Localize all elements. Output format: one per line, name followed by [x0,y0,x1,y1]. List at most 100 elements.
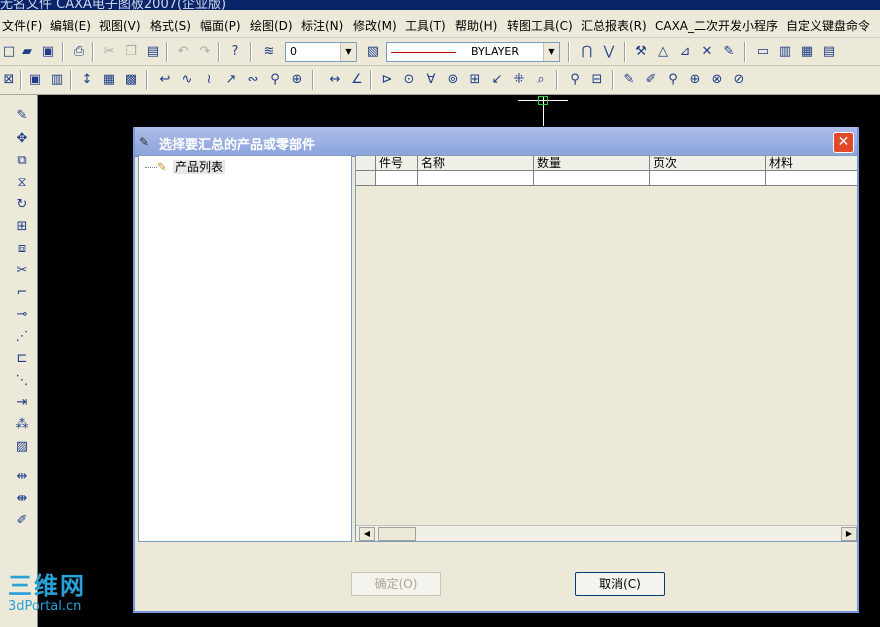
close-button[interactable]: ✕ [833,132,854,153]
view-icon[interactable]: ⌕ [532,71,550,89]
menu-summary-report[interactable]: 汇总报表(R) [581,17,647,34]
datum-icon[interactable]: ⊳ [378,71,396,89]
angle-dim-icon[interactable]: ∠ [348,71,366,89]
frame-icon[interactable]: ▣ [26,71,44,89]
zigzag-icon[interactable]: ≀ [200,71,218,89]
balloon-icon[interactable]: ⚲ [266,71,284,89]
distance-icon[interactable]: ⇹ [13,468,31,486]
zoom-all-icon[interactable]: ⊗ [708,71,726,89]
mirror-icon[interactable]: ⧖ [13,174,31,192]
arrow-icon[interactable]: ↗ [222,71,240,89]
layers-icon[interactable]: ≋ [260,43,278,61]
column-header-name[interactable]: 名称 [418,156,534,171]
surface-icon[interactable]: ⊙ [400,71,418,89]
drafting-icon[interactable]: ⚒ [632,43,650,61]
menu-help[interactable]: 帮助(H) [455,17,497,34]
paint-icon[interactable]: ✐ [13,512,31,530]
chevron-down-icon[interactable]: ▼ [340,43,356,61]
menu-file[interactable]: 文件(F) [2,17,42,34]
triangle-icon[interactable]: △ [654,43,672,61]
tolerance-icon[interactable]: ⊞ [466,71,484,89]
menu-dimension[interactable]: 标注(N) [301,17,343,34]
grid-icon[interactable]: ⊠ [0,71,18,89]
scroll-right-icon[interactable]: ▶ [841,527,857,541]
hatch-icon[interactable]: ▨ [13,438,31,456]
redo-icon[interactable]: ↷ [196,43,214,61]
scroll-thumb[interactable] [378,527,416,541]
row-header[interactable] [356,171,376,186]
grid-cell[interactable] [418,171,534,186]
linetype-icon[interactable]: ▧ [364,43,382,61]
offset-icon[interactable]: ⇼ [13,490,31,508]
save-icon[interactable]: ▣ [39,43,57,61]
section-icon[interactable]: ⁜ [510,71,528,89]
dialog-titlebar[interactable]: ✎ 选择要汇总的产品或零部件 ✕ [135,127,857,157]
menu-caxa-dev[interactable]: CAXA_二次开发小程序 [655,17,778,34]
trim-icon[interactable]: ✂ [13,262,31,280]
table-icon[interactable]: ▦ [100,71,118,89]
zoom-window-icon[interactable]: ⊕ [686,71,704,89]
copy-object-icon[interactable]: ⧉ [13,152,31,170]
layout-icon[interactable]: ▤ [820,43,838,61]
wave-icon[interactable]: ∿ [178,71,196,89]
menu-custom-keys[interactable]: 自定义键盘命令 [786,17,870,34]
array-icon[interactable]: ⊞ [13,218,31,236]
cancel-button[interactable]: 取消(C) [575,572,665,596]
query-icon[interactable]: ⚲ [566,71,584,89]
align-icon[interactable]: ⇥ [13,394,31,412]
menu-page[interactable]: 幅面(P) [200,17,241,34]
rotate-icon[interactable]: ↻ [13,196,31,214]
horizontal-scrollbar[interactable]: ◀ ▶ [356,525,857,541]
menu-modify[interactable]: 修改(M) [353,17,397,34]
return-icon[interactable]: ↩ [156,71,174,89]
scale-icon[interactable]: ⧈ [13,240,31,258]
move-icon[interactable]: ✥ [13,130,31,148]
chamfer-icon[interactable]: ⋱ [13,372,31,390]
pencil-icon[interactable]: ✎ [620,71,638,89]
panel-icon[interactable]: ▥ [776,43,794,61]
new-file-icon[interactable]: □ [0,43,18,61]
product-tree[interactable]: ✎ 产品列表 [138,155,352,542]
center-icon[interactable]: ⊕ [288,71,306,89]
help-icon[interactable]: ? [226,43,244,61]
grid-cell[interactable] [376,171,418,186]
spline-icon[interactable]: ∾ [244,71,262,89]
curve-icon[interactable]: ⋂ [578,43,596,61]
undo-icon[interactable]: ↶ [174,43,192,61]
ruler-icon[interactable]: ⊿ [676,43,694,61]
print-icon[interactable]: ⎙ [70,43,88,61]
menu-edit[interactable]: 编辑(E) [50,17,91,34]
extend-icon[interactable]: ⊸ [13,306,31,324]
grid-cell[interactable] [534,171,650,186]
column-header-part-no[interactable]: 件号 [376,156,418,171]
column-header-quantity[interactable]: 数量 [534,156,650,171]
tools-icon[interactable]: ✕ [698,43,716,61]
linetype-select[interactable]: BYLAYER ▼ [386,42,560,62]
menu-tools[interactable]: 工具(T) [405,17,446,34]
cut-icon[interactable]: ✂ [100,43,118,61]
menu-view[interactable]: 视图(V) [99,17,141,34]
open-folder-icon[interactable]: ▰ [18,43,36,61]
eraser-icon[interactable]: ✐ [642,71,660,89]
zoom-realtime-icon[interactable]: ⚲ [664,71,682,89]
copy-icon[interactable]: ❐ [122,43,140,61]
chart-icon[interactable]: ▩ [122,71,140,89]
fillet-icon[interactable]: ⌐ [13,284,31,302]
menu-draw[interactable]: 绘图(D) [250,17,293,34]
paste-icon[interactable]: ▤ [144,43,162,61]
measure-icon[interactable]: ⊟ [588,71,606,89]
leader-icon[interactable]: ↙ [488,71,506,89]
grid-cell[interactable] [650,171,766,186]
ok-button[interactable]: 确定(O) [351,572,441,596]
brush-icon[interactable]: ✎ [720,43,738,61]
title-block-icon[interactable]: ▥ [48,71,66,89]
weld-icon[interactable]: ⊚ [444,71,462,89]
layer-select[interactable]: 0 ▼ [285,42,357,62]
column-header-material[interactable]: 材料 [766,156,857,171]
roughness-icon[interactable]: ∀ [422,71,440,89]
eraser-icon[interactable]: ✎ [13,107,31,125]
edit-panel-icon[interactable]: ▦ [798,43,816,61]
window-icon[interactable]: ▭ [754,43,772,61]
zoom-previous-icon[interactable]: ⊘ [730,71,748,89]
break-icon[interactable]: ⋰ [13,328,31,346]
